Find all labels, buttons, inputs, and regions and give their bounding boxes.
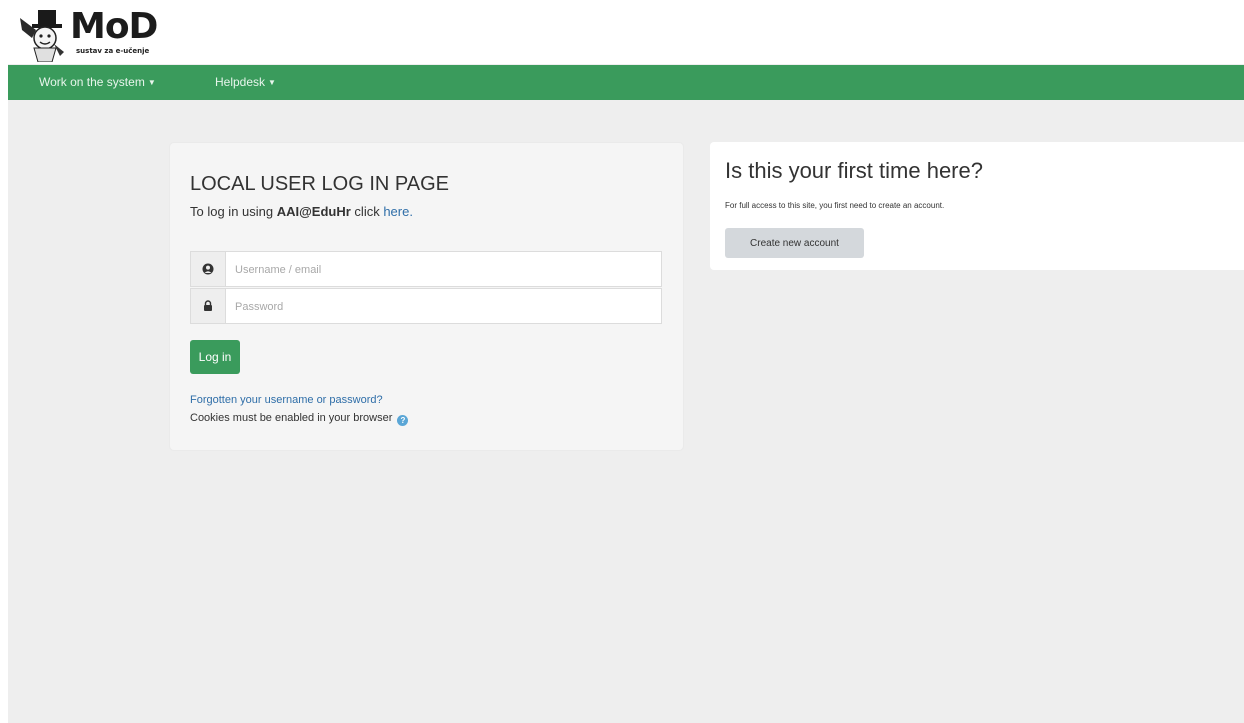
forgot-password-link[interactable]: Forgotten your username or password? xyxy=(190,394,383,406)
username-field xyxy=(190,251,662,287)
nav-item-label: Helpdesk xyxy=(215,75,266,89)
username-input[interactable] xyxy=(233,258,647,282)
password-input[interactable] xyxy=(233,295,647,319)
site-logo[interactable]: MoD sustav za e-učenje xyxy=(18,6,188,62)
login-card: LOCAL USER LOG IN PAGE To log in using A… xyxy=(170,143,683,450)
nav-item-work-on-the-system[interactable]: Work on the system ▼ xyxy=(39,65,156,100)
login-page-title: LOCAL USER LOG IN PAGE xyxy=(190,173,449,195)
header: MoD sustav za e-učenje xyxy=(8,6,1244,64)
login-subtitle-prefix: To log in using xyxy=(190,204,277,219)
logo-subtitle: sustav za e-učenje xyxy=(76,47,150,55)
user-circle-icon xyxy=(191,252,226,286)
login-provider-name: AAI@EduHr xyxy=(276,204,351,219)
logo-title: MoD xyxy=(70,6,158,47)
caret-down-icon: ▼ xyxy=(147,78,156,87)
help-icon[interactable]: ? xyxy=(397,415,409,426)
main-navbar: Work on the system ▼ Helpdesk ▼ xyxy=(8,65,1244,100)
password-field xyxy=(190,288,662,324)
nav-item-label: Work on the system xyxy=(39,75,145,89)
aai-login-link[interactable]: here. xyxy=(383,204,413,219)
signup-description: For full access to this site, you first … xyxy=(725,201,945,210)
create-account-button[interactable]: Create new account xyxy=(725,228,864,258)
login-subtitle-middle: click xyxy=(350,204,384,219)
nav-item-helpdesk[interactable]: Helpdesk ▼ xyxy=(215,65,276,100)
login-subtitle: To log in using AAI@EduHr click here. xyxy=(190,204,413,219)
page-background: MoD sustav za e-učenje Work on the syste… xyxy=(8,6,1244,723)
signup-card: Is this your first time here? For full a… xyxy=(710,142,1244,270)
logo-mascot-icon xyxy=(20,10,64,62)
cookies-notice-text: Cookies must be enabled in your browser xyxy=(190,412,393,424)
signup-title: Is this your first time here? xyxy=(725,158,983,183)
login-button[interactable]: Log in xyxy=(190,340,240,374)
caret-down-icon: ▼ xyxy=(268,78,276,87)
lock-icon xyxy=(191,289,226,323)
cookies-notice: Cookies must be enabled in your browser? xyxy=(190,412,409,426)
